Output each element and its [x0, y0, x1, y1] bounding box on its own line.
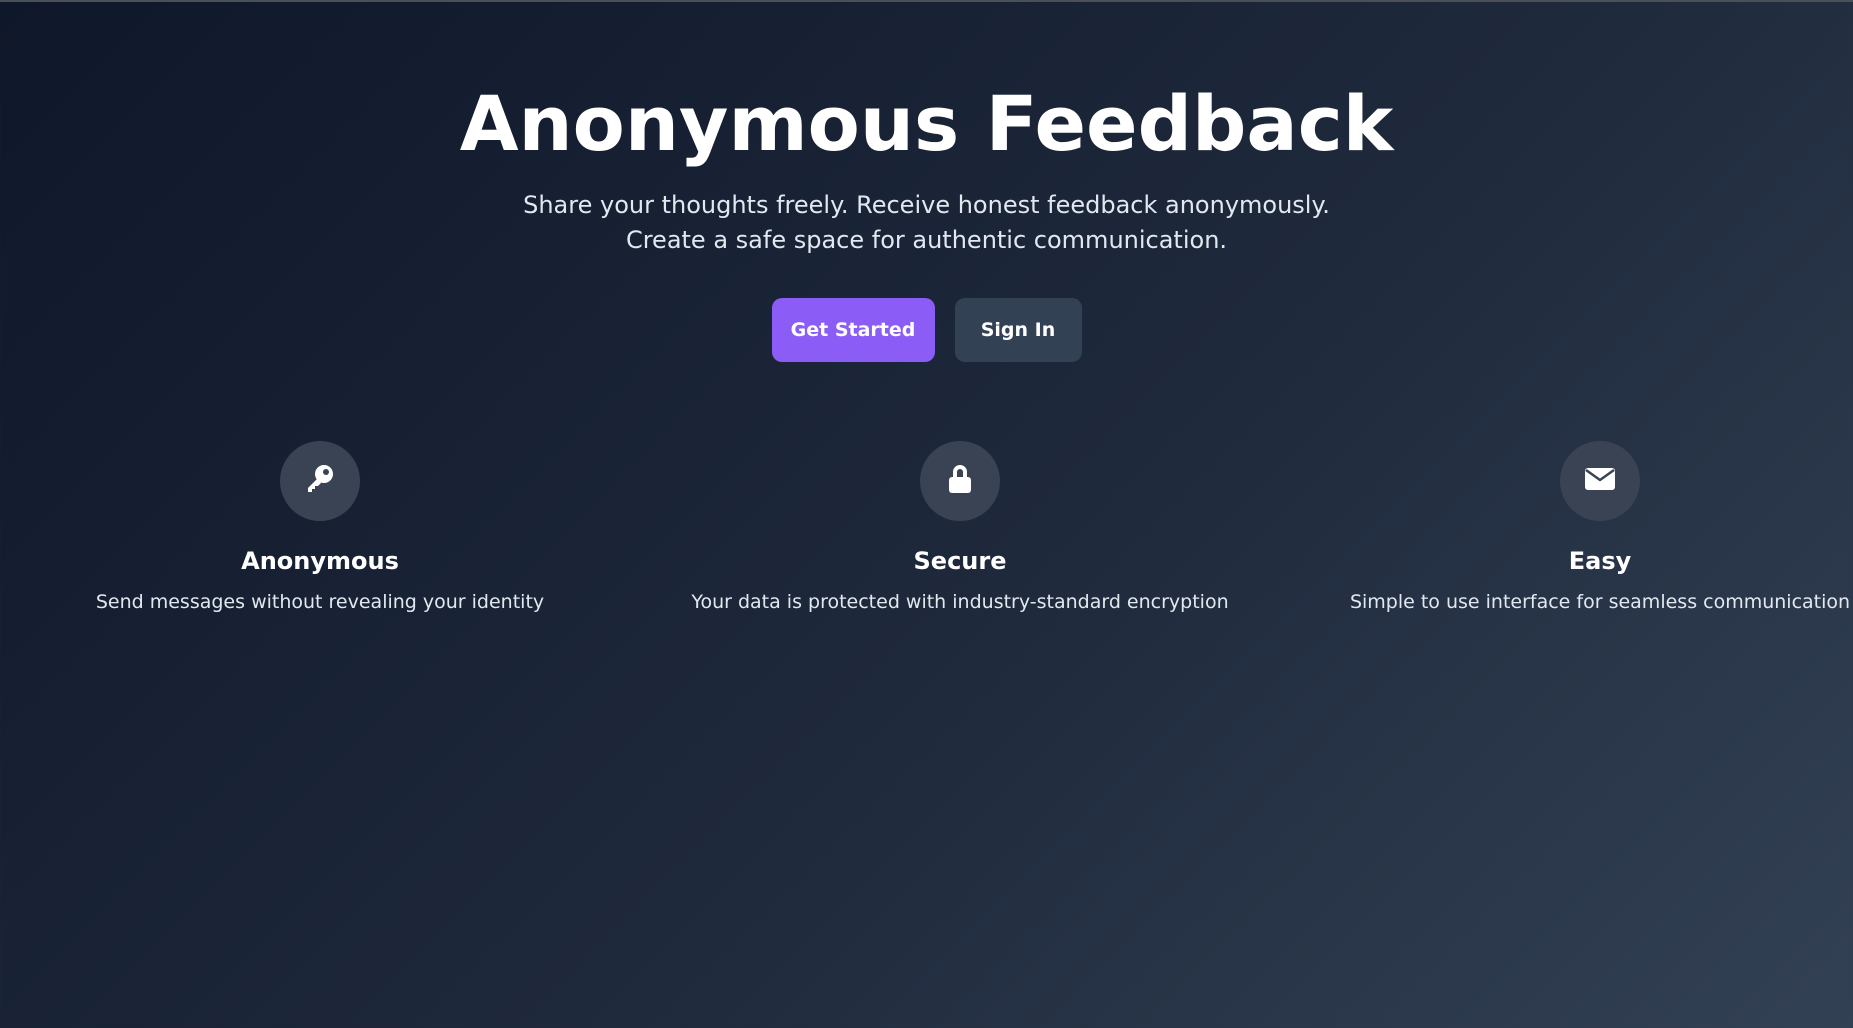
key-icon — [302, 461, 338, 501]
lock-icon — [942, 461, 978, 501]
feature-title: Anonymous — [241, 547, 399, 575]
feature-description: Send messages without revealing your ide… — [95, 591, 545, 613]
hero-subtitle: Share your thoughts freely. Receive hone… — [523, 191, 1330, 254]
feature-secure: Secure Your data is protected with indus… — [680, 441, 1240, 615]
sign-in-button[interactable]: Sign In — [954, 298, 1082, 362]
get-started-button[interactable]: Get Started — [771, 298, 935, 362]
feature-icon-container — [280, 441, 360, 521]
page-title: Anonymous Feedback — [459, 79, 1394, 168]
feature-title: Secure — [913, 547, 1007, 575]
envelope-icon — [1582, 461, 1618, 501]
feature-icon-container — [1560, 441, 1640, 521]
feature-description: Your data is protected with industry-sta… — [691, 591, 1229, 613]
top-border — [0, 0, 1853, 2]
feature-icon-container — [920, 441, 1000, 521]
hero-buttons: Get Started Sign In — [0, 298, 1853, 362]
hero-section: Anonymous Feedback Share your thoughts f… — [0, 80, 1853, 362]
feature-easy: Easy Simple to use interface for seamles… — [1320, 441, 1853, 615]
feature-title: Easy — [1568, 547, 1632, 575]
feature-anonymous: Anonymous Send messages without revealin… — [40, 441, 600, 615]
feature-description: Simple to use interface for seamless com… — [1349, 591, 1851, 613]
